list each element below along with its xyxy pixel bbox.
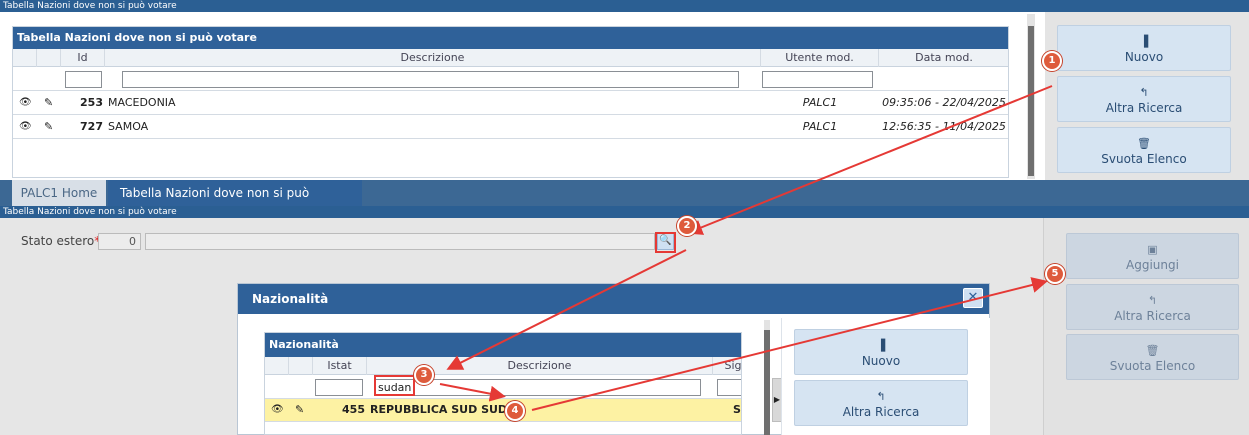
callout-3: 3 <box>414 365 434 385</box>
arrow-1-to-2 <box>686 85 1053 235</box>
callout-2: 2 <box>677 216 697 236</box>
arrow-2-to-3 <box>446 249 687 370</box>
callout-1: 1 <box>1042 51 1062 71</box>
arrow-4-to-5 <box>531 277 1048 411</box>
annotation-arrows <box>439 85 1053 411</box>
callout-5: 5 <box>1045 264 1065 284</box>
arrow-3-to-4 <box>439 383 506 402</box>
callout-4: 4 <box>505 401 525 421</box>
